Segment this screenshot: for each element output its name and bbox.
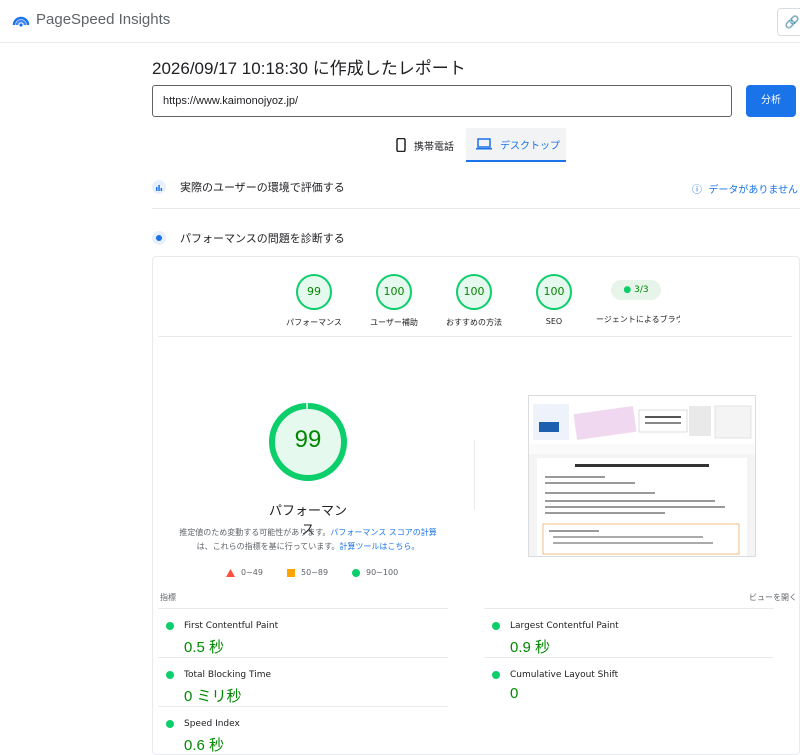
square-icon — [287, 568, 295, 577]
agentic-browsing-pill[interactable]: ● 3/3 — [611, 280, 661, 300]
metric-value: 0 — [510, 685, 519, 702]
score-note: 推定値のため変動する可能性があります。パフォーマンス スコアの計算は、これらの指… — [172, 526, 444, 554]
gauge-score: 100 — [376, 274, 412, 310]
legend-good: 90~100 — [352, 568, 398, 577]
gauge-seo[interactable]: 100 SEO — [516, 274, 592, 326]
triangle-icon — [226, 568, 235, 577]
phone-icon — [396, 138, 406, 152]
lab-data-header: パフォーマンスの問題を診断する — [152, 224, 800, 252]
metric-value: 0.9 秒 — [510, 639, 551, 656]
calculator-link[interactable]: 計算ツールはこちら。 — [339, 542, 419, 551]
gauge-label: ユーザー補助 — [370, 318, 418, 327]
section-divider — [152, 208, 800, 209]
circle-icon — [352, 568, 360, 577]
gauge-score: 100 — [536, 274, 572, 310]
link-icon: 🔗 — [784, 15, 800, 29]
copy-link-button[interactable]: 🔗 — [777, 8, 800, 36]
agentic-browsing-label: ージェントによるブラウジン — [596, 315, 680, 324]
gauge-score: 99 — [296, 274, 332, 310]
metric-divider — [158, 657, 448, 658]
gauge-accessibility[interactable]: 100 ユーザー補助 — [356, 274, 432, 328]
note-text-2: は、これらの指標を基に行っています。 — [196, 542, 340, 551]
metric-value: 0.6 秒 — [184, 737, 225, 754]
gauge-label: パフォーマンス — [286, 318, 342, 327]
diagnose-icon — [152, 231, 166, 245]
analyze-button[interactable]: 分析 — [746, 85, 796, 117]
tab-desktop[interactable]: デスクトップ — [466, 128, 566, 162]
gauge-performance[interactable]: 99 パフォーマンス — [276, 274, 352, 328]
gauge-label: おすすめの方法 — [446, 318, 502, 327]
metrics-title: 指標 — [160, 593, 176, 602]
legend-average: 50~89 — [287, 568, 328, 577]
laptop-icon — [476, 138, 492, 150]
gauge-best-practices[interactable]: 100 おすすめの方法 — [436, 274, 512, 328]
metrics-header: 指標 ビューを開く — [160, 592, 800, 603]
gauge-label: SEO — [545, 317, 563, 326]
metric-value: 0 ミリ秒 — [184, 688, 242, 705]
performance-score: 99 — [294, 426, 322, 453]
top-bar: PageSpeed Insights 🔗 — [0, 0, 800, 43]
legend-poor: 0~49 — [226, 568, 263, 577]
page-screenshot[interactable] — [528, 395, 756, 557]
metric-name: Cumulative Layout Shift — [492, 670, 774, 680]
vertical-divider — [474, 440, 475, 510]
legend-good-label: 90~100 — [366, 568, 399, 577]
metric-cls: Cumulative Layout Shift 0 — [484, 657, 774, 702]
info-icon: ⓘ — [692, 185, 702, 196]
tab-desktop-label: デスクトップ — [500, 140, 560, 152]
metric-divider — [158, 706, 448, 707]
legend-average-label: 50~89 — [301, 568, 329, 577]
metric-name: First Contentful Paint — [166, 621, 448, 631]
pagespeed-logo-icon — [12, 16, 30, 27]
expand-view-toggle[interactable]: ビューを開く — [749, 592, 797, 603]
field-data-title: 実際のユーザーの環境で評価する — [180, 181, 345, 194]
metric-name: Total Blocking Time — [166, 670, 448, 680]
metric-value: 0.5 秒 — [184, 639, 225, 656]
legend-poor-label: 0~49 — [241, 568, 263, 577]
report-title: 2026/09/17 10:18:30 に作成したレポート — [152, 59, 466, 78]
metric-si: Speed Index 0.6 秒 — [158, 706, 448, 755]
url-input[interactable] — [152, 85, 732, 117]
score-calc-link[interactable]: パフォーマンス スコアの計算 — [330, 528, 436, 537]
app-title: PageSpeed Insights — [36, 11, 171, 28]
screenshot-thumbnail-image — [529, 396, 755, 556]
metric-divider — [484, 657, 774, 658]
lab-data-title: パフォーマンスの問題を診断する — [180, 232, 345, 245]
card-divider — [158, 336, 792, 337]
metric-tbt: Total Blocking Time 0 ミリ秒 — [158, 657, 448, 706]
gauge-score: 100 — [456, 274, 492, 310]
metric-fcp: First Contentful Paint 0.5 秒 — [158, 608, 448, 657]
no-data-link[interactable]: ⓘ データがありません — [692, 181, 798, 196]
tab-mobile-label: 携帯電話 — [414, 141, 454, 153]
metric-lcp: Largest Contentful Paint 0.9 秒 — [484, 608, 774, 657]
metric-name: Largest Contentful Paint — [492, 621, 774, 631]
agentic-count: 3/3 — [634, 285, 649, 295]
users-icon — [152, 180, 166, 194]
metric-name: Speed Index — [166, 719, 448, 729]
metric-divider — [484, 608, 774, 609]
no-data-label: データがありません — [708, 185, 799, 196]
pass-dot-icon: ● — [623, 285, 632, 295]
metric-divider — [158, 608, 448, 609]
note-text: 推定値のため変動する可能性があります。 — [179, 528, 331, 537]
tab-mobile[interactable]: 携帯電話 — [396, 128, 454, 162]
